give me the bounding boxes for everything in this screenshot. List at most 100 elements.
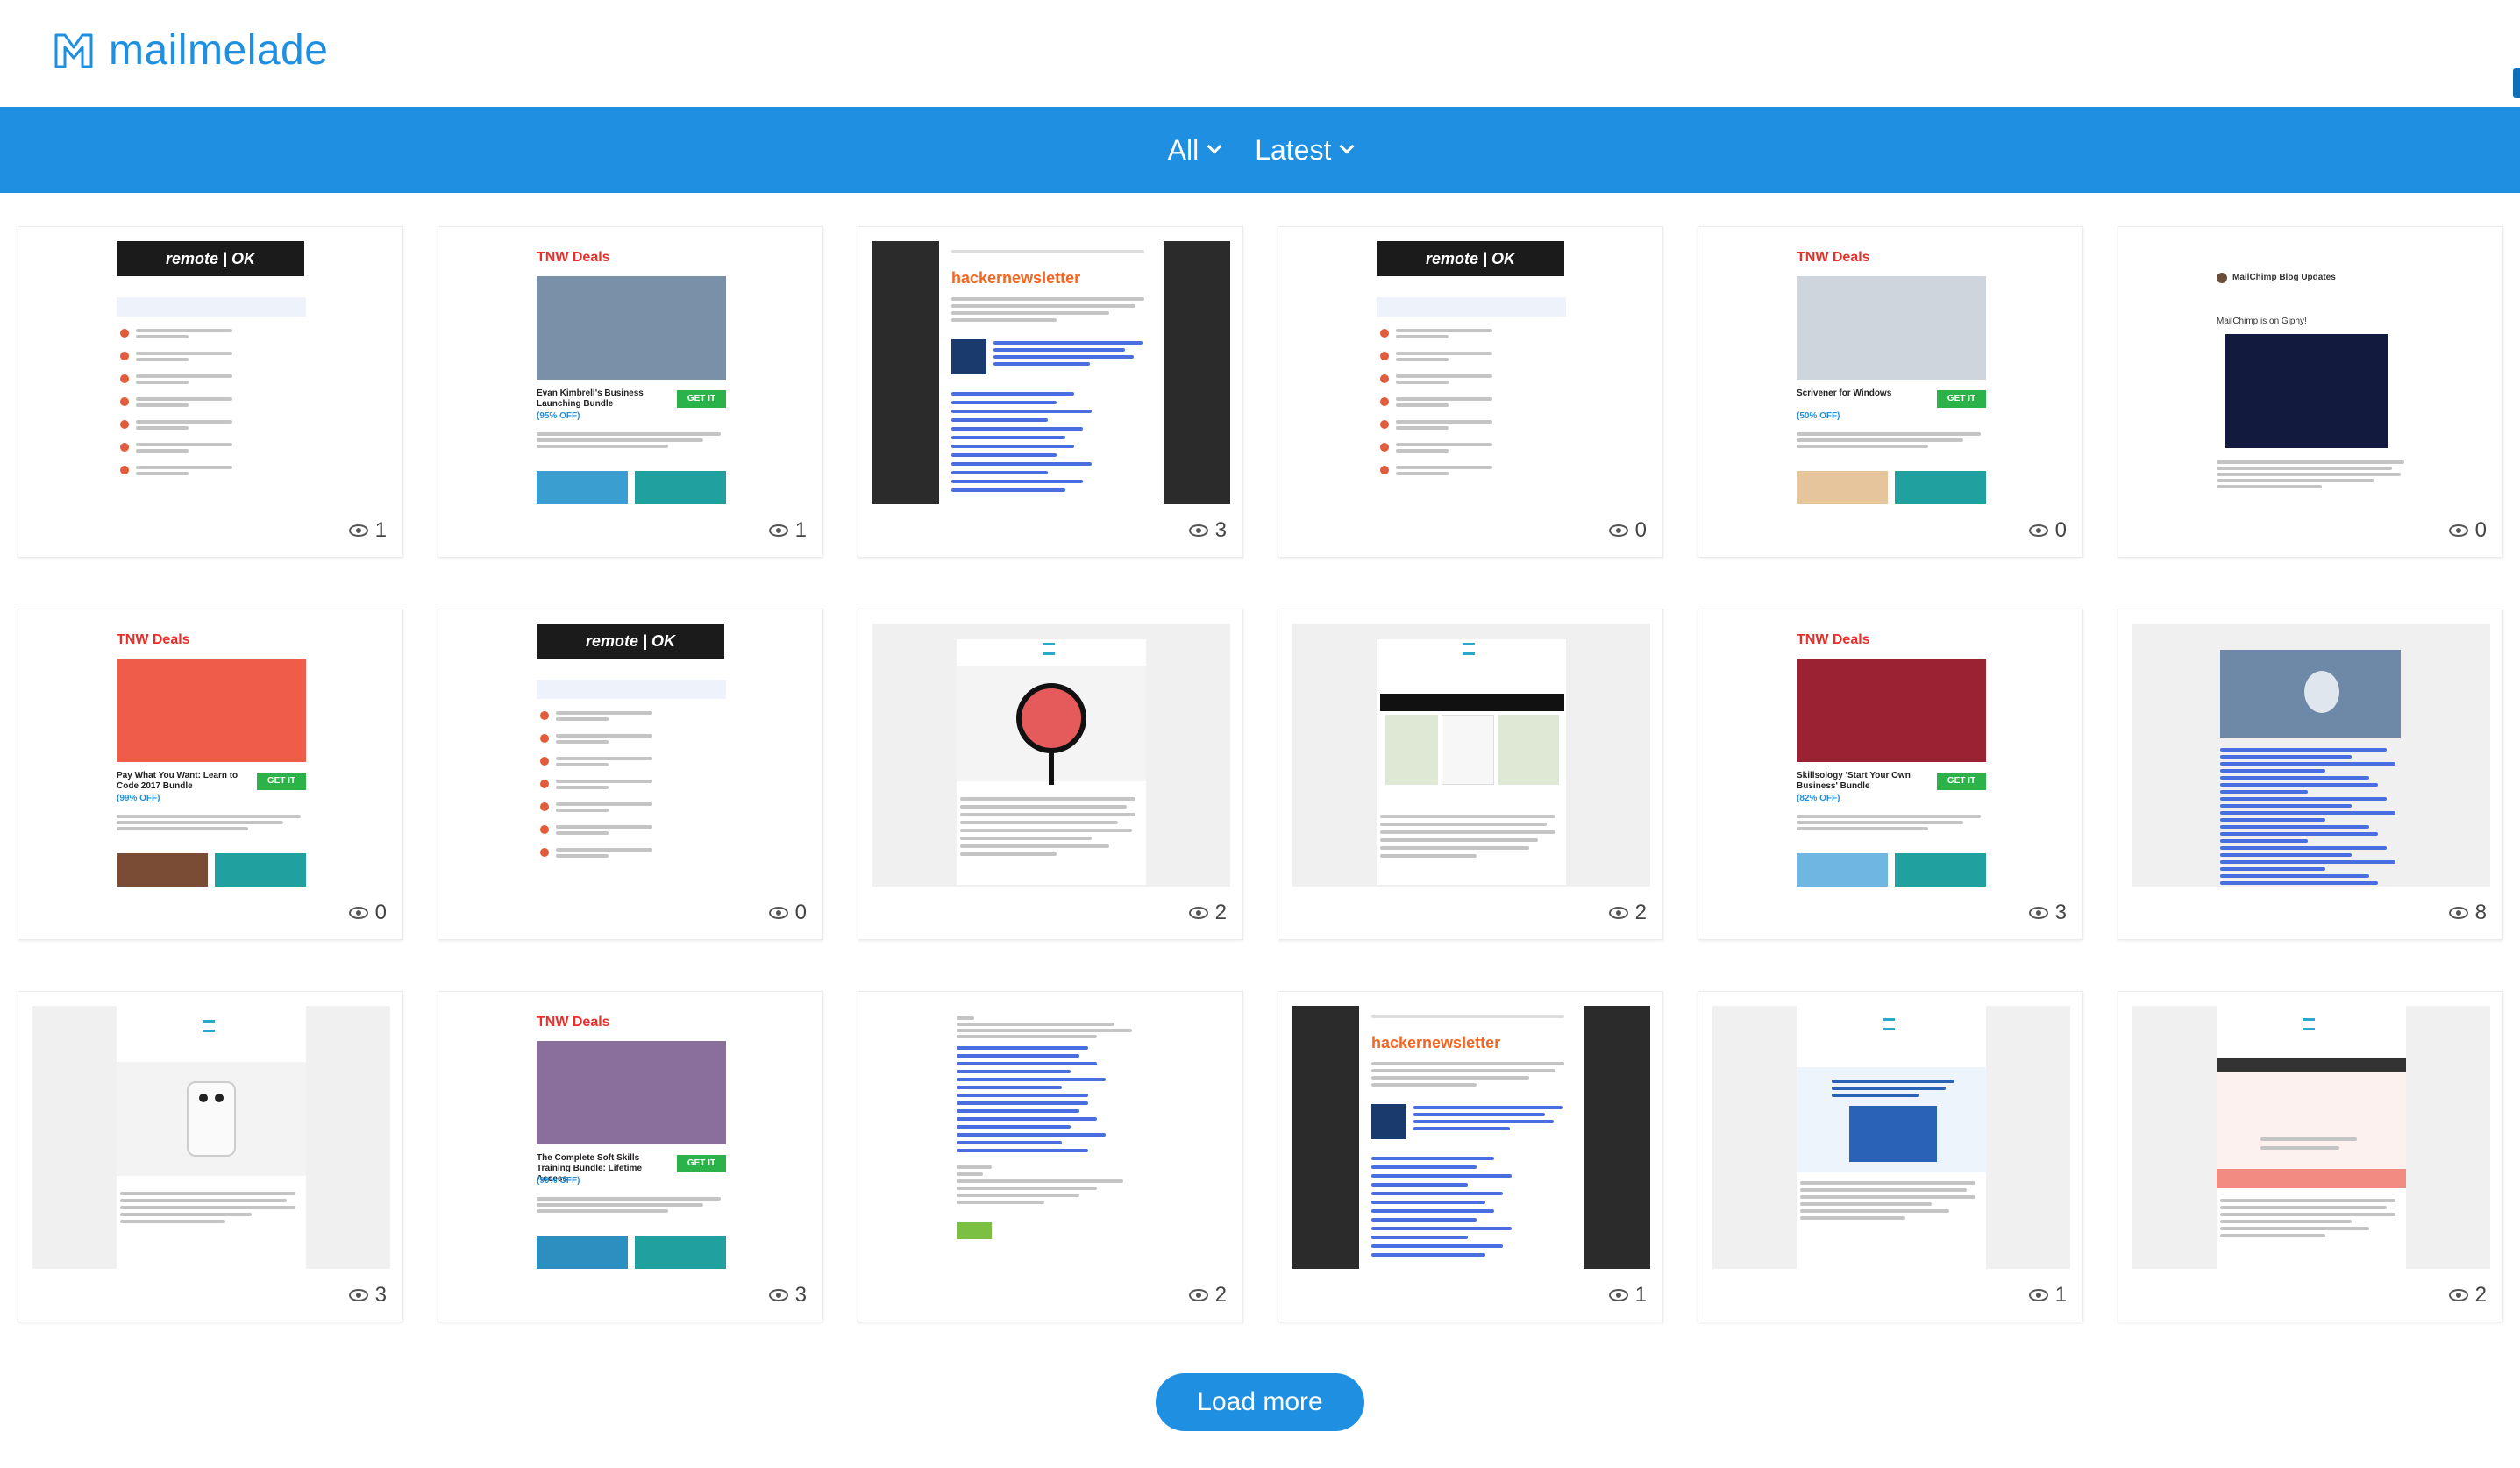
- eye-icon: [1188, 1289, 1208, 1301]
- eye-icon: [768, 907, 788, 919]
- email-card[interactable]: 8: [2118, 609, 2503, 940]
- header: mailmelade: [0, 0, 2520, 107]
- view-count-value: 2: [1634, 901, 1647, 924]
- email-card[interactable]: TNW Deals The Complete Soft Skills Train…: [438, 991, 823, 1322]
- eye-icon: [2448, 907, 2468, 919]
- view-count-value: 1: [374, 518, 387, 542]
- tnw-deals-logo: TNW Deals: [1797, 632, 1870, 647]
- email-card[interactable]: 2: [858, 609, 1243, 940]
- email-thumbnail[interactable]: [1712, 1006, 2070, 1269]
- email-card[interactable]: remote | OK 1: [18, 226, 403, 558]
- view-count: 3: [348, 1283, 387, 1308]
- email-card[interactable]: hackernewsletter 1: [1278, 991, 1663, 1322]
- deal-title: Scrivener for Windows: [1797, 388, 1892, 398]
- email-thumbnail[interactable]: [2132, 1006, 2490, 1269]
- remoteok-banner: remote | OK: [117, 241, 304, 276]
- eye-icon: [2028, 907, 2048, 919]
- email-card[interactable]: TNW Deals Evan Kimbrell's Business Launc…: [438, 226, 823, 558]
- email-thumbnail[interactable]: remote | OK: [1292, 241, 1650, 504]
- eye-icon: [348, 524, 368, 537]
- tnw-deals-logo: TNW Deals: [537, 1015, 610, 1030]
- tnw-deals-logo: TNW Deals: [537, 250, 610, 265]
- eye-icon: [1188, 907, 1208, 919]
- side-tab[interactable]: [2513, 68, 2520, 98]
- view-count-value: 0: [2474, 518, 2487, 542]
- email-card[interactable]: 2: [2118, 991, 2503, 1322]
- get-it-button: GET IT: [257, 773, 306, 790]
- email-grid: remote | OK 1 TNW Deals Evan Kimbrell's …: [18, 226, 2503, 1322]
- remoteok-banner: remote | OK: [537, 624, 724, 659]
- deal-discount: (99% OFF): [117, 794, 160, 803]
- view-count-value: 0: [794, 901, 807, 924]
- email-thumbnail[interactable]: TNW Deals Skillsology 'Start Your Own Bu…: [1712, 624, 2070, 887]
- view-count-value: 1: [1634, 1283, 1647, 1307]
- email-thumbnail[interactable]: hackernewsletter: [1292, 1006, 1650, 1269]
- email-thumbnail[interactable]: [872, 624, 1230, 887]
- email-card[interactable]: TNW Deals Skillsology 'Start Your Own Bu…: [1698, 609, 2083, 940]
- email-card[interactable]: TNW Deals Scrivener for Windows (50% OFF…: [1698, 226, 2083, 558]
- remoteok-banner: remote | OK: [1377, 241, 1564, 276]
- eye-icon: [1608, 907, 1628, 919]
- hackernewsletter-logo: hackernewsletter: [1371, 1034, 1501, 1051]
- email-thumbnail[interactable]: TNW Deals The Complete Soft Skills Train…: [452, 1006, 810, 1269]
- view-count: 0: [768, 901, 807, 925]
- eye-icon: [1188, 524, 1208, 537]
- sort-latest-label: Latest: [1255, 133, 1332, 166]
- view-count-value: 1: [2054, 1283, 2067, 1307]
- deal-discount: (82% OFF): [1797, 794, 1840, 803]
- view-count: 2: [1188, 901, 1227, 925]
- email-thumbnail[interactable]: [32, 1006, 390, 1269]
- view-count: 3: [1188, 518, 1227, 543]
- email-card[interactable]: remote | OK 0: [1278, 226, 1663, 558]
- logo[interactable]: mailmelade: [53, 26, 328, 75]
- view-count: 3: [2028, 901, 2067, 925]
- email-thumbnail[interactable]: TNW Deals Scrivener for Windows (50% OFF…: [1712, 241, 2070, 504]
- email-card[interactable]: 3: [18, 991, 403, 1322]
- email-card[interactable]: 1: [1698, 991, 2083, 1322]
- view-count: 0: [2028, 518, 2067, 543]
- view-count: 3: [768, 1283, 807, 1308]
- email-card[interactable]: hackernewsletter 3: [858, 226, 1243, 558]
- email-thumbnail[interactable]: TNW Deals Evan Kimbrell's Business Launc…: [452, 241, 810, 504]
- email-thumbnail[interactable]: [872, 1006, 1230, 1269]
- deal-title: Pay What You Want: Learn to Code 2017 Bu…: [117, 771, 238, 791]
- load-more-button[interactable]: Load more: [1156, 1373, 1364, 1431]
- email-thumbnail[interactable]: remote | OK: [452, 624, 810, 887]
- filter-all-dropdown[interactable]: All: [1167, 133, 1222, 167]
- email-card[interactable]: remote | OK 0: [438, 609, 823, 940]
- tnw-deals-logo: TNW Deals: [1797, 250, 1870, 265]
- filter-bar: All Latest: [0, 107, 2520, 193]
- email-card[interactable]: TNW Deals Pay What You Want: Learn to Co…: [18, 609, 403, 940]
- view-count-value: 2: [1214, 1283, 1227, 1307]
- email-thumbnail[interactable]: [1292, 624, 1650, 887]
- view-count: 2: [1188, 1283, 1227, 1308]
- deal-discount: (95% OFF): [537, 411, 580, 421]
- view-count-value: 3: [1214, 518, 1227, 542]
- email-card[interactable]: 2: [858, 991, 1243, 1322]
- view-count: 0: [348, 901, 387, 925]
- get-it-button: GET IT: [677, 1155, 726, 1172]
- email-thumbnail[interactable]: MailChimp Blog Updates MailChimp is on G…: [2132, 241, 2490, 504]
- view-count: 1: [768, 518, 807, 543]
- eye-icon: [2448, 1289, 2468, 1301]
- eye-icon: [348, 1289, 368, 1301]
- sort-latest-dropdown[interactable]: Latest: [1255, 133, 1355, 167]
- email-thumbnail[interactable]: [2132, 624, 2490, 887]
- get-it-button: GET IT: [1937, 773, 1986, 790]
- filter-all-label: All: [1167, 133, 1199, 166]
- view-count-value: 2: [2474, 1283, 2487, 1307]
- view-count-value: 0: [374, 901, 387, 924]
- email-card[interactable]: 2: [1278, 609, 1663, 940]
- mailmelade-logo-icon: [54, 33, 93, 68]
- email-thumbnail[interactable]: remote | OK: [32, 241, 390, 504]
- deal-title: Skillsology 'Start Your Own Business' Bu…: [1797, 771, 1911, 791]
- eye-icon: [768, 524, 788, 537]
- view-count-value: 0: [1634, 518, 1647, 542]
- view-count: 2: [2448, 1283, 2487, 1308]
- chevron-down-icon: [1207, 139, 1222, 154]
- view-count: 0: [1608, 518, 1647, 543]
- email-thumbnail[interactable]: TNW Deals Pay What You Want: Learn to Co…: [32, 624, 390, 887]
- email-card[interactable]: MailChimp Blog Updates MailChimp is on G…: [2118, 226, 2503, 558]
- email-thumbnail[interactable]: hackernewsletter: [872, 241, 1230, 504]
- get-it-button: GET IT: [1937, 390, 1986, 408]
